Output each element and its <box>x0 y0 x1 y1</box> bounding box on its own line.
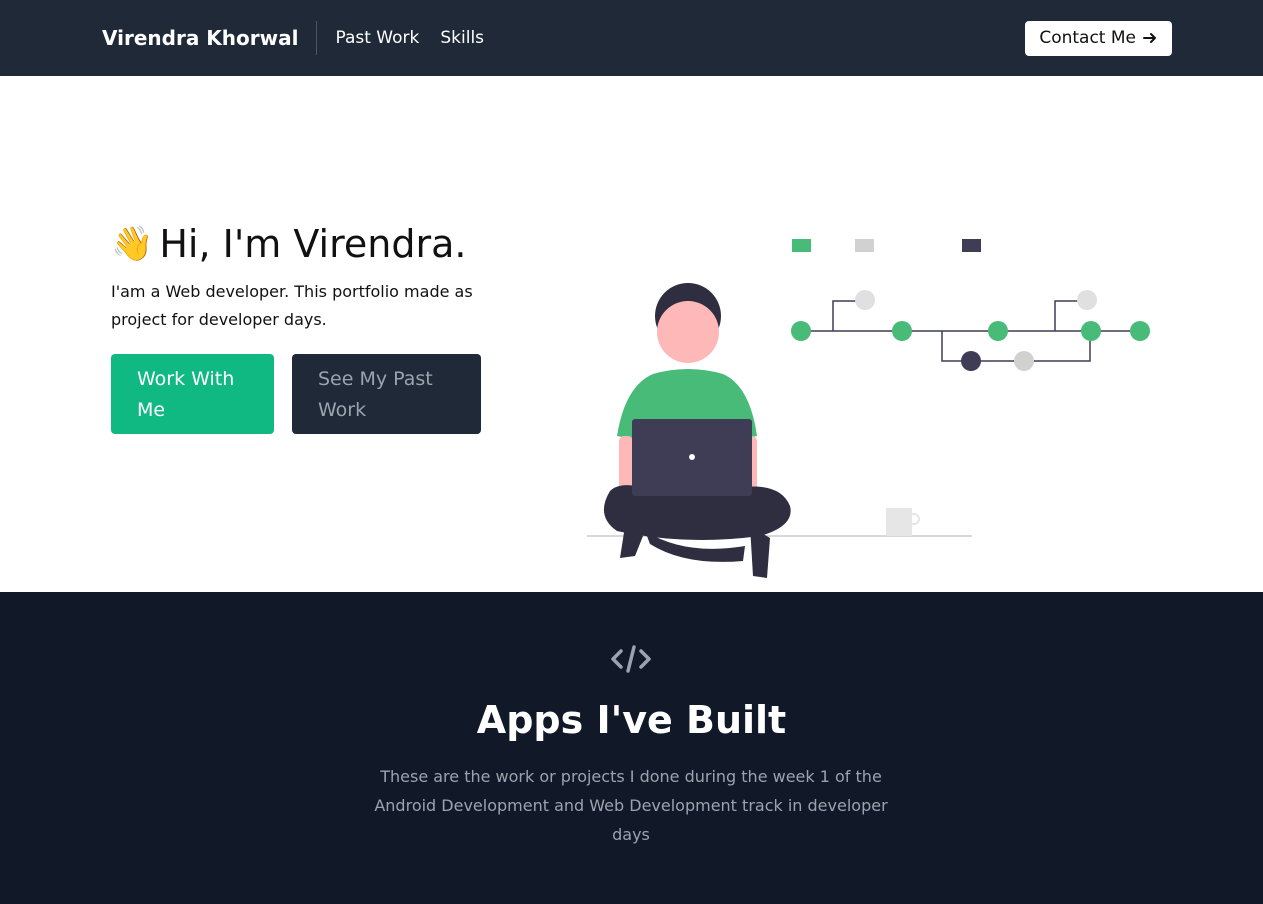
developer-illustration <box>587 239 1150 578</box>
hero-section: 👋 Hi, I'm Virendra. I'am a Web developer… <box>0 76 1263 592</box>
arrow-right-icon <box>1143 33 1156 43</box>
hero-buttons: Work With Me See My Past Work <box>111 354 511 434</box>
nav-link-skills[interactable]: Skills <box>440 28 484 48</box>
apps-title: Apps I've Built <box>476 698 787 742</box>
contact-me-label: Contact Me <box>1039 28 1136 48</box>
brand-logo[interactable]: Virendra Khorwal <box>102 21 318 55</box>
work-with-me-button[interactable]: Work With Me <box>111 354 274 434</box>
hero-title-text: Hi, I'm Virendra. <box>159 222 467 266</box>
nav-links: Past Work Skills <box>335 28 484 48</box>
waving-hand-icon: 👋 <box>111 224 154 264</box>
apps-description: These are the work or projects I done du… <box>374 767 888 844</box>
navbar: Virendra Khorwal Past Work Skills Contac… <box>0 0 1263 76</box>
contact-me-button[interactable]: Contact Me <box>1025 20 1172 56</box>
nav-link-past-work[interactable]: Past Work <box>335 28 419 48</box>
hero-text: 👋 Hi, I'm Virendra. I'am a Web developer… <box>111 222 511 434</box>
hero-title: 👋 Hi, I'm Virendra. <box>111 222 511 266</box>
code-icon <box>611 645 651 673</box>
apps-section: Apps I've Built These are the work or pr… <box>0 592 1263 904</box>
see-past-work-button[interactable]: See My Past Work <box>292 354 481 434</box>
hero-subtitle: I'am a Web developer. This portfolio mad… <box>111 282 473 329</box>
